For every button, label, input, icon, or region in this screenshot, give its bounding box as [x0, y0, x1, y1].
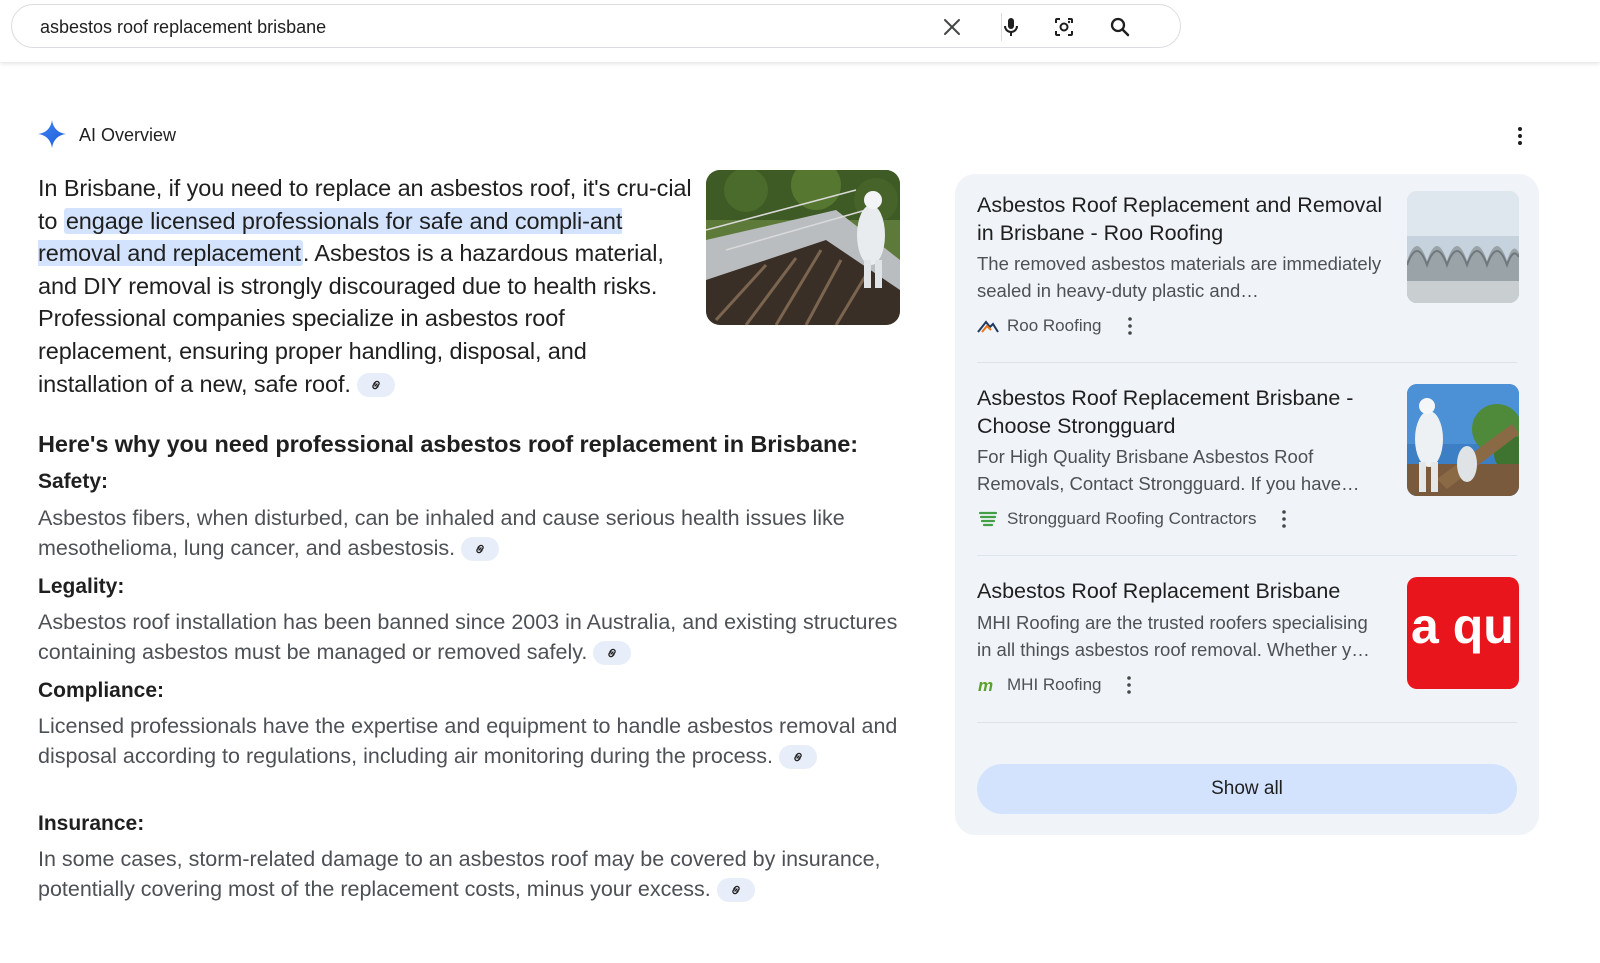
- source-meta: m MHI Roofing: [977, 673, 1139, 697]
- source-site-name: Strongguard Roofing Contractors: [1007, 509, 1257, 528]
- source-separator: [977, 555, 1517, 556]
- strongguard-favicon-icon: [978, 511, 998, 527]
- link-icon: [372, 381, 380, 390]
- source-site-name: Roo Roofing: [1007, 316, 1102, 335]
- source-description: The removed asbestos materials are immed…: [977, 253, 1382, 301]
- more-options-icon[interactable]: [1508, 124, 1532, 148]
- citation-link-button[interactable]: [716, 878, 755, 903]
- thumbnail-text: a qu: [1411, 598, 1514, 654]
- reason-text-safety: Asbestos fibers, when disturbed, can be …: [38, 503, 908, 563]
- reason-heading-legality: Legality:: [38, 575, 125, 598]
- citation-link-button[interactable]: [593, 641, 632, 666]
- sources-panel: Asbestos Roof Replacement and Removal in…: [955, 174, 1539, 835]
- source-card-roo-roofing[interactable]: Asbestos Roof Replacement and Removal in…: [977, 191, 1519, 351]
- citation-link-button[interactable]: [356, 373, 395, 398]
- reason-text: Asbestos roof installation has been bann…: [38, 610, 898, 664]
- link-icon: [476, 545, 484, 554]
- source-card-strongguard[interactable]: Asbestos Roof Replacement Brisbane - Cho…: [977, 384, 1519, 544]
- source-card-mhi-roofing[interactable]: Asbestos Roof Replacement Brisbane MHI R…: [977, 577, 1519, 737]
- source-description: For High Quality Brisbane Asbestos Roof …: [977, 446, 1360, 494]
- source-more-icon[interactable]: [1274, 507, 1294, 531]
- search-input[interactable]: asbestos roof replacement brisbane: [40, 17, 326, 38]
- clear-icon[interactable]: [940, 15, 964, 39]
- reason-text: Licensed professionals have the expertis…: [38, 714, 898, 768]
- source-thumbnail[interactable]: [1407, 384, 1519, 496]
- reason-heading-insurance: Insurance:: [38, 812, 145, 835]
- reason-text: Asbestos fibers, when disturbed, can be …: [38, 506, 845, 560]
- source-separator: [977, 722, 1517, 723]
- reason-text-insurance: In some cases, storm-related damage to a…: [38, 844, 908, 904]
- citation-link-button[interactable]: [461, 537, 500, 562]
- reason-heading-compliance: Compliance:: [38, 679, 165, 702]
- reason-text-legality: Asbestos roof installation has been bann…: [38, 607, 908, 667]
- ai-overview-title: AI Overview: [79, 125, 177, 145]
- link-icon: [732, 886, 740, 895]
- link-icon: [794, 753, 802, 762]
- source-meta: Strongguard Roofing Contractors: [977, 507, 1294, 531]
- search-icon[interactable]: [1108, 15, 1132, 39]
- svg-text:m: m: [978, 676, 993, 695]
- why-heading: Here's why you need professional asbesto…: [38, 431, 858, 457]
- show-all-button[interactable]: Show all: [977, 764, 1517, 814]
- source-more-icon[interactable]: [1119, 673, 1139, 697]
- reason-heading-safety: Safety:: [38, 470, 109, 493]
- lens-camera-icon[interactable]: [1052, 15, 1076, 39]
- source-separator: [977, 362, 1517, 363]
- source-more-icon[interactable]: [1120, 314, 1140, 338]
- search-box[interactable]: asbestos roof replacement brisbane: [11, 4, 1181, 48]
- source-thumbnail[interactable]: [1407, 191, 1519, 303]
- roo-roofing-favicon-icon: [977, 320, 999, 333]
- reason-text-compliance: Licensed professionals have the expertis…: [38, 711, 908, 771]
- top-bar: asbestos roof replacement brisbane: [0, 0, 1600, 62]
- citation-link-button[interactable]: [779, 745, 817, 770]
- source-title[interactable]: Asbestos Roof Replacement and Removal in…: [977, 191, 1395, 247]
- source-thumbnail[interactable]: a qu: [1407, 577, 1519, 689]
- microphone-icon[interactable]: [999, 15, 1023, 39]
- intro-paragraph: In Brisbane, if you need to replace an a…: [38, 172, 698, 400]
- mhi-roofing-favicon-icon: m: [978, 676, 993, 695]
- source-meta: Roo Roofing: [977, 314, 1140, 338]
- gemini-sparkle-icon: [38, 120, 66, 148]
- intro-image[interactable]: [706, 170, 900, 325]
- link-icon: [608, 649, 617, 658]
- source-title[interactable]: Asbestos Roof Replacement Brisbane - Cho…: [977, 384, 1395, 440]
- source-description: MHI Roofing are the trusted roofers spec…: [977, 612, 1370, 660]
- source-site-name: MHI Roofing: [1007, 675, 1102, 694]
- source-title[interactable]: Asbestos Roof Replacement Brisbane: [977, 577, 1395, 605]
